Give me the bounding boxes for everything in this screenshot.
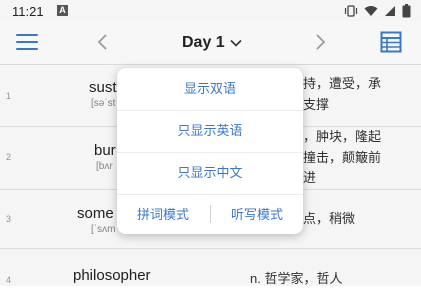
sim-icon: A <box>57 5 68 16</box>
chevron-down-icon <box>230 39 242 47</box>
signal-icon <box>385 6 395 16</box>
menu-icon[interactable] <box>16 34 38 50</box>
wifi-icon <box>364 6 378 16</box>
battery-icon <box>402 4 411 18</box>
app-bar: Day 1 <box>0 22 421 65</box>
vibrate-icon <box>344 5 358 17</box>
status-bar: 11:21 A <box>0 0 421 22</box>
day-selector[interactable]: Day 1 <box>182 34 242 52</box>
menu-item-show-both[interactable]: 显示双语 <box>117 68 303 111</box>
list-view-icon[interactable] <box>380 31 402 53</box>
status-time: 11:21 <box>12 4 44 19</box>
chevron-right-icon[interactable] <box>312 32 328 52</box>
display-mode-menu: 显示双语 只显示英语 只显示中文 拼词模式 听写模式 <box>117 68 303 234</box>
chevron-left-icon[interactable] <box>95 32 111 52</box>
menu-item-show-english[interactable]: 只显示英语 <box>117 110 303 153</box>
dictation-mode-button[interactable]: 听写模式 <box>211 195 303 234</box>
status-icons <box>344 4 411 18</box>
page-title: Day 1 <box>182 34 225 51</box>
spelling-mode-button[interactable]: 拼词模式 <box>117 195 209 234</box>
menu-item-show-chinese[interactable]: 只显示中文 <box>117 152 303 195</box>
